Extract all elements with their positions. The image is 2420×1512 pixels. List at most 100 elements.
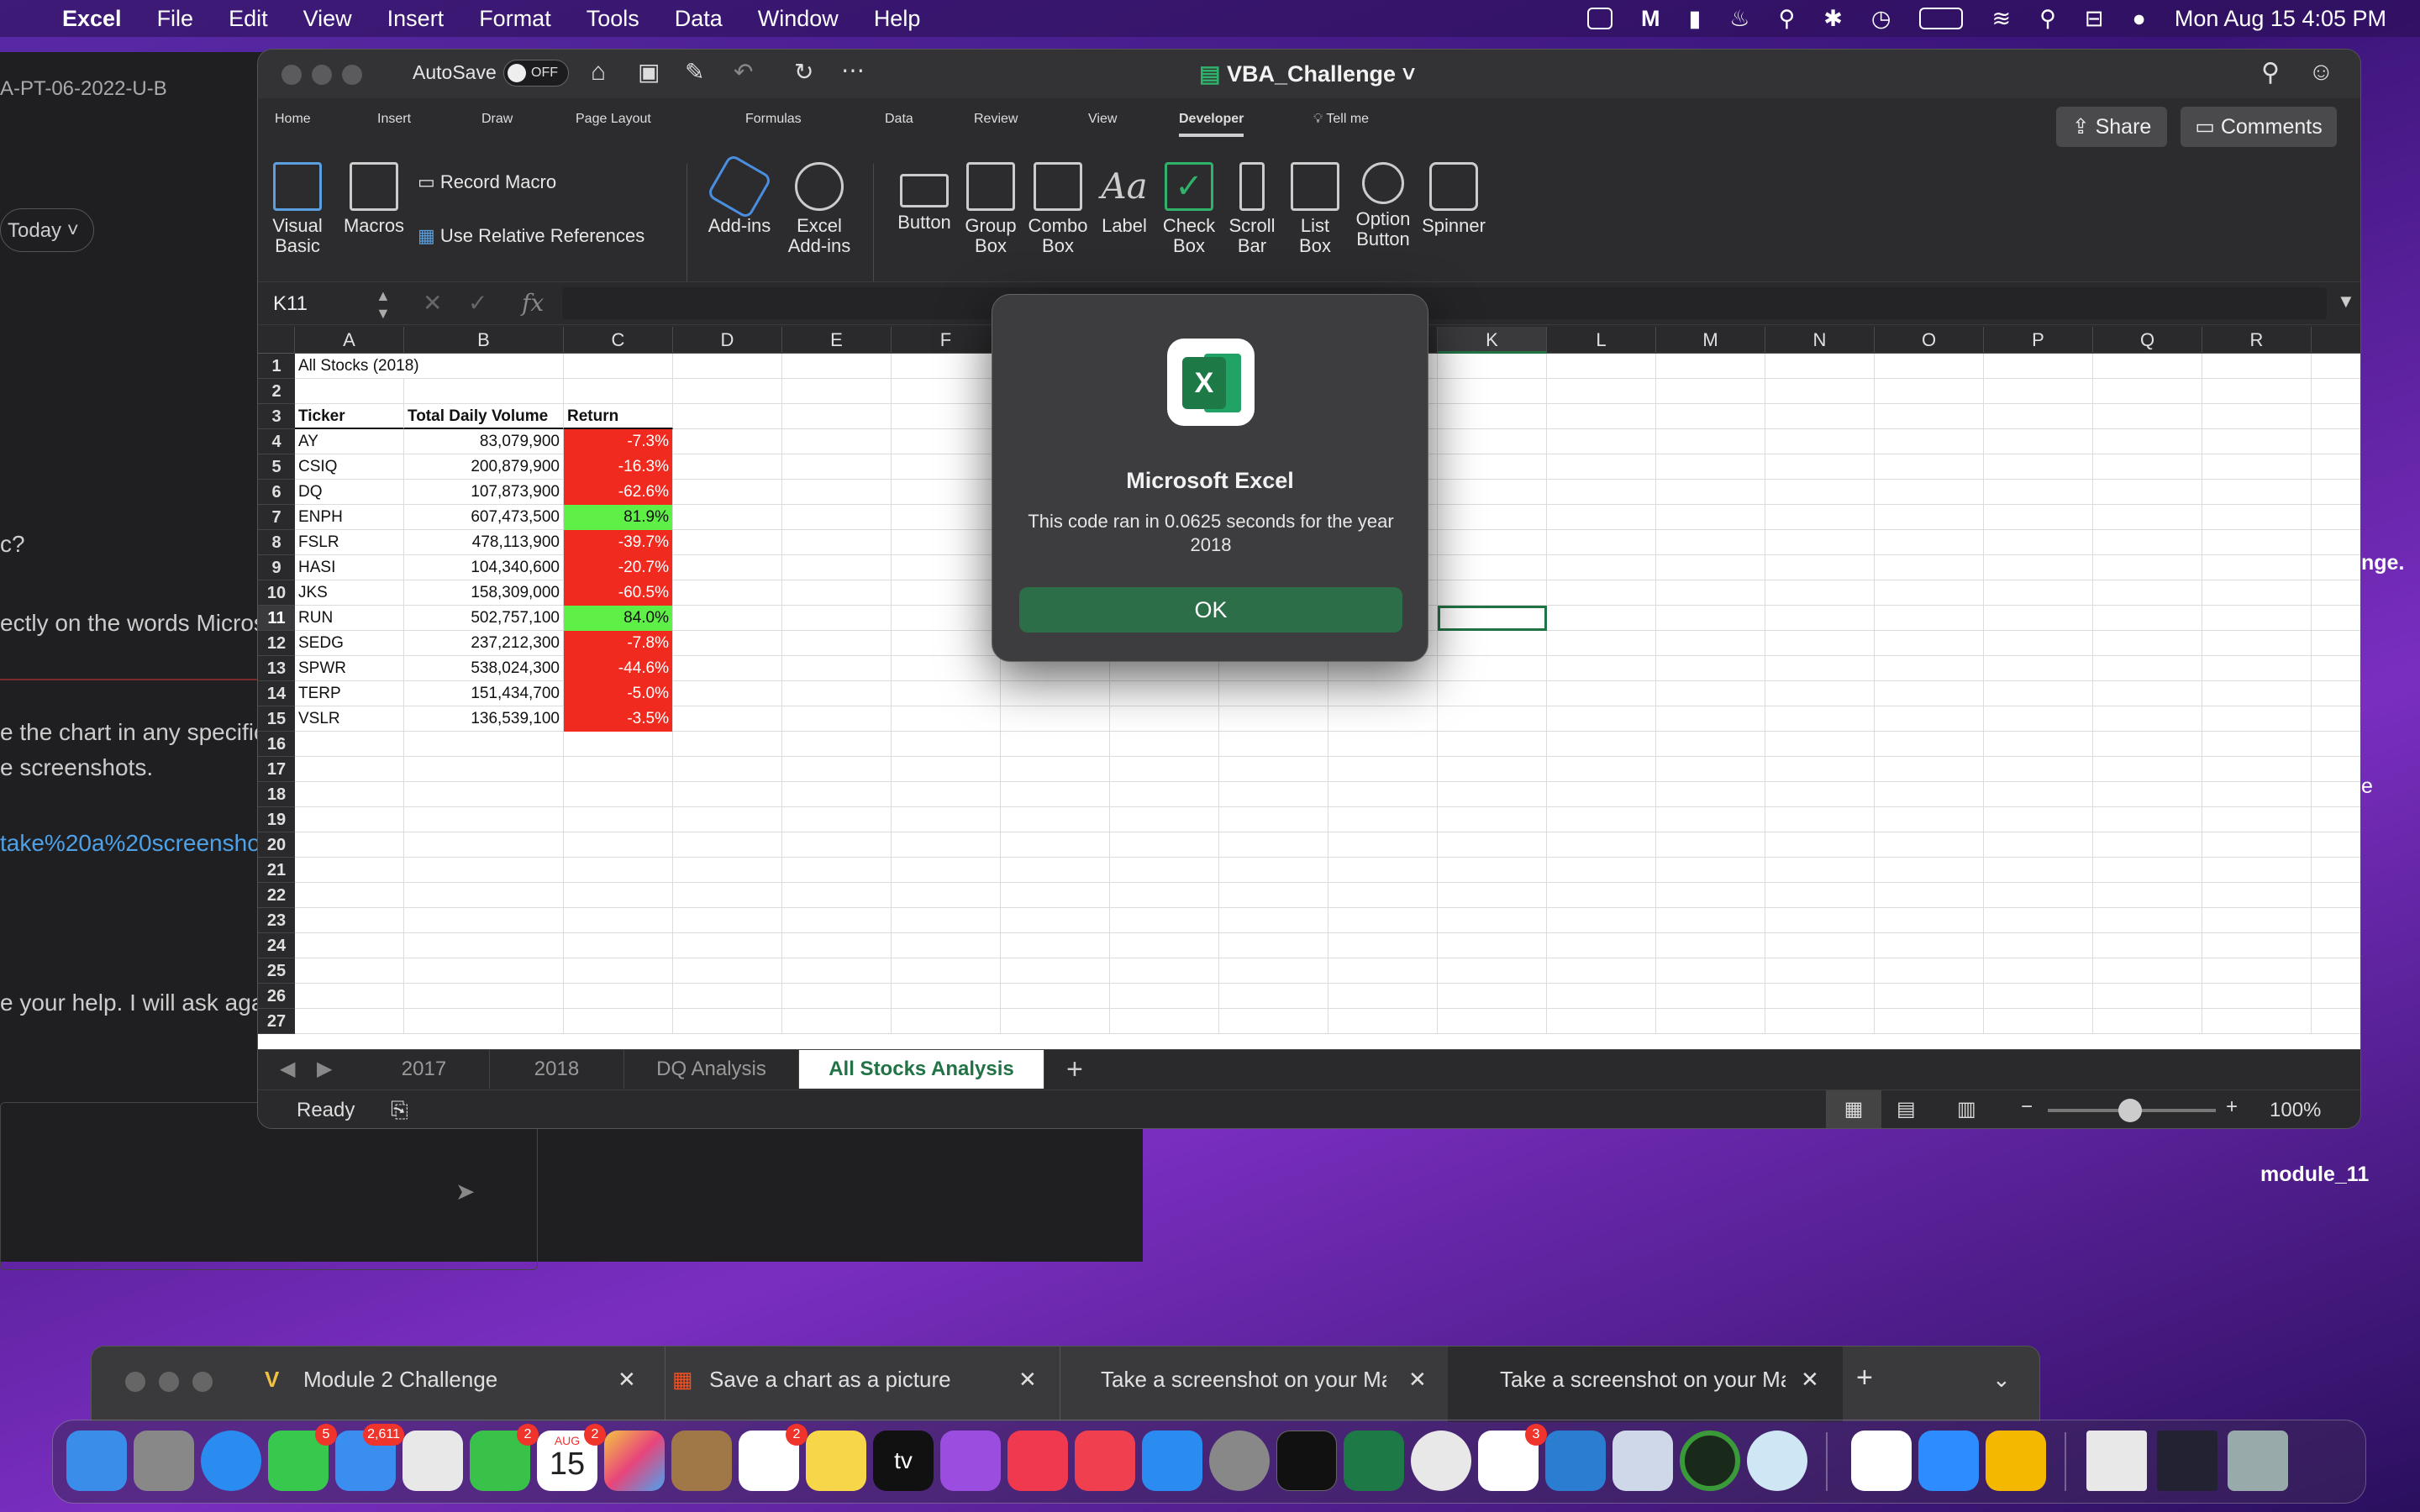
cell-m10[interactable] <box>1656 580 1765 606</box>
cell-b16[interactable] <box>404 732 564 757</box>
row-header[interactable]: 18 <box>258 782 295 807</box>
cell-m23[interactable] <box>1656 908 1765 933</box>
cell-d13[interactable] <box>673 656 782 681</box>
chrome-icon[interactable] <box>1411 1431 1471 1491</box>
row-header[interactable]: 12 <box>258 631 295 656</box>
save-as-icon[interactable]: ✎ <box>685 58 704 86</box>
cell-p18[interactable] <box>1984 782 2093 807</box>
breadcrumb[interactable]: A-PT-06-2022-U-B <box>0 77 167 101</box>
cell-r8[interactable] <box>2202 530 2312 555</box>
cell-f6[interactable] <box>892 480 1001 505</box>
cell-k20[interactable] <box>1438 832 1547 858</box>
contacts-icon[interactable] <box>671 1431 732 1491</box>
tab-home[interactable]: Home <box>275 112 311 127</box>
cell-b4[interactable]: 83,079,900 <box>404 429 564 454</box>
cell-j23[interactable] <box>1328 908 1438 933</box>
cell-l6[interactable] <box>1547 480 1656 505</box>
row-header[interactable]: 5 <box>258 454 295 480</box>
cell-b25[interactable] <box>404 958 564 984</box>
cell-m6[interactable] <box>1656 480 1765 505</box>
aws-vpn-icon[interactable] <box>1986 1431 2046 1491</box>
cell-p6[interactable] <box>1984 480 2093 505</box>
cell-q15[interactable] <box>2093 706 2202 732</box>
cell-b15[interactable]: 136,539,100 <box>404 706 564 732</box>
cell-a2[interactable] <box>295 379 404 404</box>
list-box-control[interactable]: List Box <box>1283 162 1347 256</box>
cell-l21[interactable] <box>1547 858 1656 883</box>
cell-k10[interactable] <box>1438 580 1547 606</box>
cell-l15[interactable] <box>1547 706 1656 732</box>
cell-o21[interactable] <box>1875 858 1984 883</box>
cell-i24[interactable] <box>1219 933 1328 958</box>
cell-c22[interactable] <box>564 883 673 908</box>
cell-n8[interactable] <box>1765 530 1875 555</box>
cell-f27[interactable] <box>892 1009 1001 1034</box>
cell-c16[interactable] <box>564 732 673 757</box>
cell-f2[interactable] <box>892 379 1001 404</box>
cell-l12[interactable] <box>1547 631 1656 656</box>
cell-h23[interactable] <box>1110 908 1219 933</box>
cell-n23[interactable] <box>1765 908 1875 933</box>
cell-f4[interactable] <box>892 429 1001 454</box>
cell-a6[interactable]: DQ <box>295 480 404 505</box>
cell-m7[interactable] <box>1656 505 1765 530</box>
cell-b8[interactable]: 478,113,900 <box>404 530 564 555</box>
cell-k5[interactable] <box>1438 454 1547 480</box>
cell-m13[interactable] <box>1656 656 1765 681</box>
column-header-q[interactable]: Q <box>2093 327 2202 354</box>
cell-o16[interactable] <box>1875 732 1984 757</box>
cell-n13[interactable] <box>1765 656 1875 681</box>
menu-file[interactable]: File <box>157 6 194 32</box>
slack-icon[interactable]: 3 <box>1478 1424 1547 1491</box>
cell-g27[interactable] <box>1001 1009 1110 1034</box>
cell-p27[interactable] <box>1984 1009 2093 1034</box>
cell-h26[interactable] <box>1110 984 1219 1009</box>
notes-icon[interactable] <box>806 1431 866 1491</box>
page-layout-view-icon[interactable]: ▤ <box>1897 1097 1916 1121</box>
cell-b22[interactable] <box>404 883 564 908</box>
cell-b18[interactable] <box>404 782 564 807</box>
cell-o26[interactable] <box>1875 984 1984 1009</box>
cell-d22[interactable] <box>673 883 782 908</box>
cell-c14[interactable]: -5.0% <box>564 681 673 706</box>
close-tab-icon[interactable]: ✕ <box>1018 1367 1037 1393</box>
cell-q25[interactable] <box>2093 958 2202 984</box>
cell-l1[interactable] <box>1547 354 1656 379</box>
cell-k21[interactable] <box>1438 858 1547 883</box>
app-store-icon[interactable] <box>1142 1431 1202 1491</box>
browser-tab-active[interactable]: Take a screenshot on your Mac ✕ <box>1448 1347 1843 1422</box>
cell-m17[interactable] <box>1656 757 1765 782</box>
cell-l20[interactable] <box>1547 832 1656 858</box>
cell-f22[interactable] <box>892 883 1001 908</box>
safari-icon[interactable] <box>201 1431 261 1491</box>
cell-a12[interactable]: SEDG <box>295 631 404 656</box>
cell-q3[interactable] <box>2093 404 2202 429</box>
cell-k23[interactable] <box>1438 908 1547 933</box>
siri-icon[interactable]: ● <box>2133 6 2146 32</box>
cell-d19[interactable] <box>673 807 782 832</box>
minimize-window-button[interactable] <box>312 65 332 85</box>
cell-i17[interactable] <box>1219 757 1328 782</box>
column-header-m[interactable]: M <box>1656 327 1765 354</box>
browser-tab[interactable]: V Module 2 Challenge ✕ <box>265 1347 651 1422</box>
undo-icon[interactable]: ↶ <box>734 58 753 86</box>
excel-icon[interactable] <box>1344 1431 1404 1491</box>
cell-r3[interactable] <box>2202 404 2312 429</box>
cell-l7[interactable] <box>1547 505 1656 530</box>
tab-review[interactable]: Review <box>974 112 1018 127</box>
cell-i16[interactable] <box>1219 732 1328 757</box>
cell-p8[interactable] <box>1984 530 2093 555</box>
cell-b10[interactable]: 158,309,000 <box>404 580 564 606</box>
cell-b19[interactable] <box>404 807 564 832</box>
cell-k15[interactable] <box>1438 706 1547 732</box>
cell-p16[interactable] <box>1984 732 2093 757</box>
menubar-clock[interactable]: Mon Aug 15 4:05 PM <box>2175 6 2386 32</box>
cell-e27[interactable] <box>782 1009 892 1034</box>
cell-c21[interactable] <box>564 858 673 883</box>
cell-k25[interactable] <box>1438 958 1547 984</box>
label-control[interactable]: Aa Label <box>1095 162 1154 236</box>
row-header[interactable]: 21 <box>258 858 295 883</box>
text-link[interactable]: take%20a%20screenshot, <box>0 830 273 857</box>
row-header[interactable]: 8 <box>258 530 295 555</box>
cell-d12[interactable] <box>673 631 782 656</box>
